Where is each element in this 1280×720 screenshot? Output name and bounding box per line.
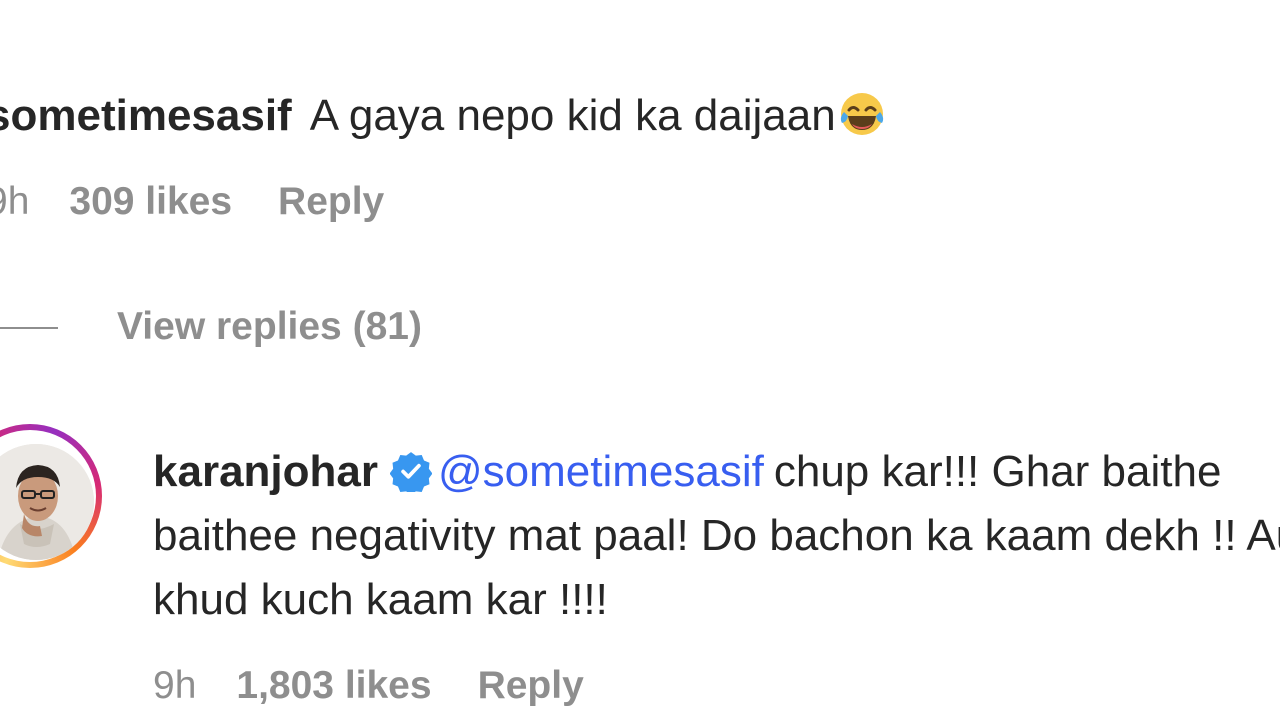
avatar[interactable] bbox=[0, 424, 102, 568]
person-avatar-icon bbox=[0, 444, 94, 560]
comment-karanjohar: karanjohar @sometimesasif chup kar!!! Gha… bbox=[153, 440, 1280, 632]
comment-username[interactable]: karanjohar bbox=[153, 447, 378, 496]
comment-likes[interactable]: 1,803 likes bbox=[236, 664, 431, 707]
view-replies-button[interactable]: View replies (81) bbox=[117, 303, 422, 351]
reply-button[interactable]: Reply bbox=[478, 664, 584, 707]
avatar-story-ring bbox=[0, 430, 96, 562]
verified-badge-icon bbox=[389, 452, 432, 492]
replies-divider-line bbox=[0, 327, 58, 329]
comment-text: A gaya nepo kid ka daijaan bbox=[309, 91, 836, 140]
comment-likes[interactable]: 309 likes bbox=[69, 180, 232, 223]
mention-link[interactable]: @sometimesasif bbox=[438, 447, 764, 496]
comment-time: 9h bbox=[0, 180, 30, 223]
avatar-photo bbox=[0, 444, 94, 560]
comment-time: 9h bbox=[153, 664, 197, 707]
comment-username[interactable]: sometimesasif bbox=[0, 91, 292, 140]
laughing-tears-emoji-icon bbox=[840, 93, 883, 135]
reply-button[interactable]: Reply bbox=[278, 180, 384, 223]
comment-sometimesasif: sometimesasif A gaya nepo kid ka daijaan bbox=[0, 84, 886, 148]
comment-meta: 9h 309 likes Reply bbox=[0, 178, 384, 226]
comment-meta: 9h 1,803 likes Reply bbox=[153, 662, 584, 710]
